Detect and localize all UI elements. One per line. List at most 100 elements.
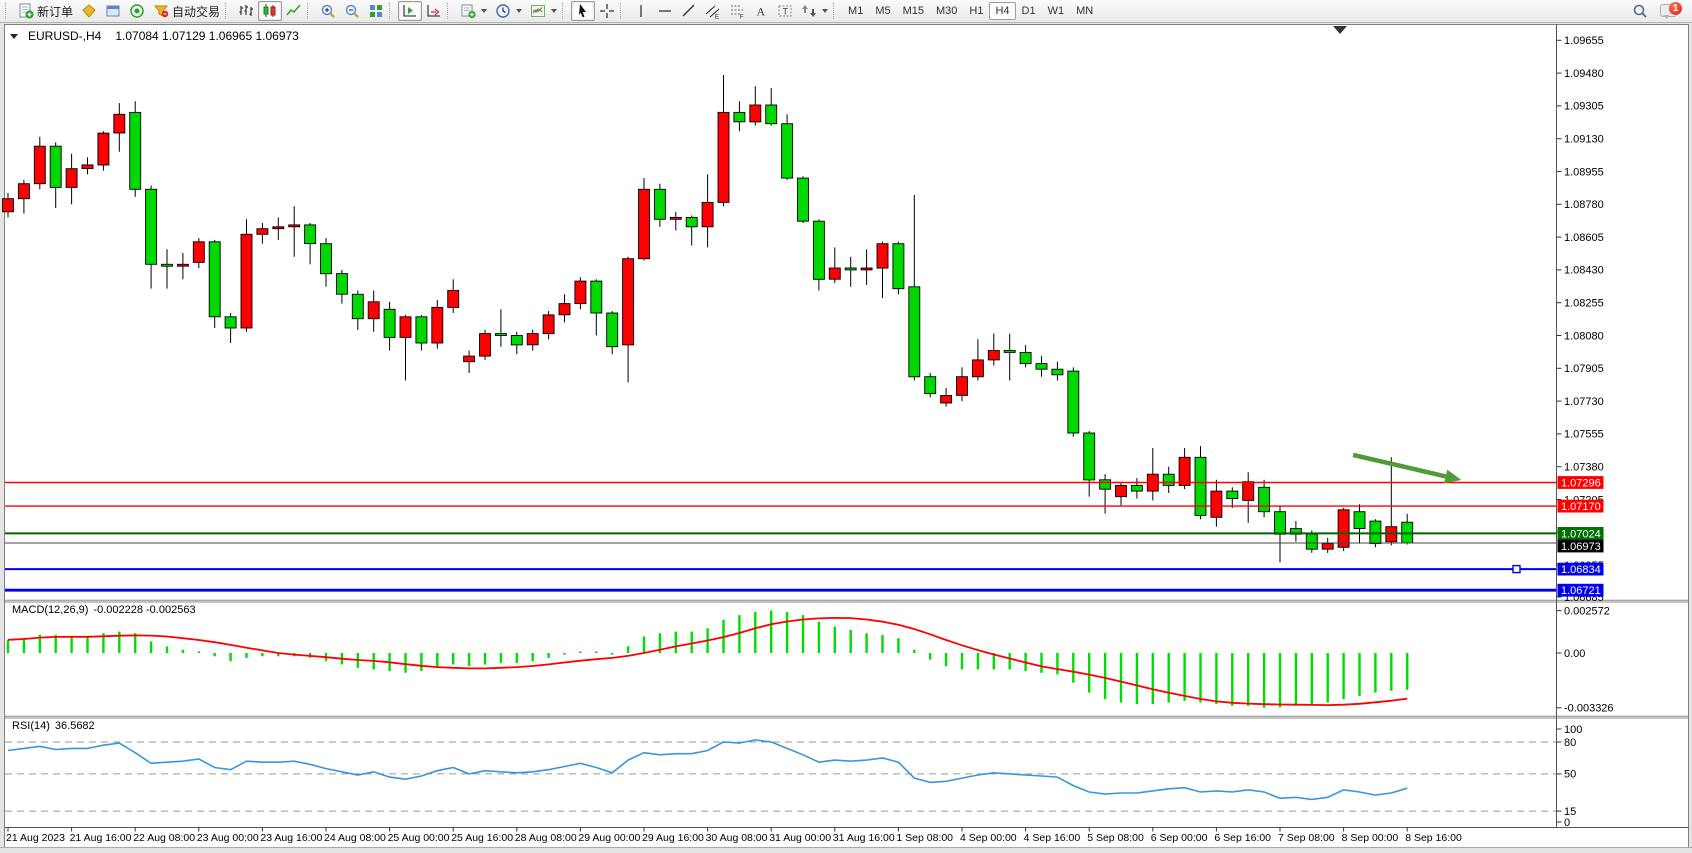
dropdown-caret-icon[interactable] — [822, 9, 828, 13]
toolbar-grip — [447, 3, 453, 19]
svg-text:80: 80 — [1564, 737, 1576, 749]
svg-text:22 Aug 08:00: 22 Aug 08:00 — [133, 832, 195, 844]
svg-text:50: 50 — [1564, 769, 1576, 781]
period-icon — [495, 3, 511, 19]
toolbar-text-button[interactable]: A — [749, 1, 773, 21]
svg-text:1.08080: 1.08080 — [1564, 330, 1604, 342]
toolbar-horizontal-line-button[interactable] — [653, 1, 677, 21]
svg-text:0.002572: 0.002572 — [1564, 605, 1610, 617]
search-button[interactable] — [1628, 1, 1652, 21]
svg-text:1.09305: 1.09305 — [1564, 101, 1604, 113]
svg-text:6 Sep 16:00: 6 Sep 16:00 — [1214, 832, 1271, 844]
toolbar-navigator-button[interactable] — [125, 1, 149, 21]
toolbar-grip — [620, 3, 626, 19]
notifications-button[interactable]: 1 — [1660, 2, 1682, 20]
line-chart-icon — [286, 3, 302, 19]
search-icon — [1632, 3, 1648, 19]
toolbar-indicators-window-button[interactable] — [398, 1, 422, 21]
timeframe-m5-button[interactable]: M5 — [869, 2, 896, 20]
timeframe-m1-button[interactable]: M1 — [842, 2, 869, 20]
timeframe-m15-button[interactable]: M15 — [897, 2, 930, 20]
toolbar-cursor-button[interactable] — [571, 1, 595, 21]
dropdown-caret-icon[interactable] — [481, 9, 487, 13]
svg-text:1.08780: 1.08780 — [1564, 199, 1604, 211]
svg-text:-0.003326: -0.003326 — [1564, 703, 1614, 715]
main-chart-pane[interactable] — [5, 25, 1556, 600]
cursor-icon — [575, 3, 591, 19]
toolbar-zoom-out-button[interactable] — [340, 1, 364, 21]
toolbar-tile-windows-button[interactable] — [364, 1, 388, 21]
toolbar-vertical-line-button[interactable] — [629, 1, 653, 21]
svg-text:F: F — [740, 15, 744, 20]
svg-text:1.09130: 1.09130 — [1564, 134, 1604, 146]
timeframe-h1-button[interactable]: H1 — [963, 2, 989, 20]
svg-text:29 Aug 00:00: 29 Aug 00:00 — [578, 832, 640, 844]
data-window-icon — [105, 3, 121, 19]
svg-text:25 Aug 16:00: 25 Aug 16:00 — [451, 832, 513, 844]
svg-text:1.08605: 1.08605 — [1564, 232, 1604, 244]
svg-text:8 Sep 00:00: 8 Sep 00:00 — [1342, 832, 1399, 844]
toolbar-equidistant-channel-button[interactable]: E — [701, 1, 725, 21]
toolbar-grip — [225, 3, 231, 19]
dropdown-caret-icon[interactable] — [516, 9, 522, 13]
svg-text:23 Aug 16:00: 23 Aug 16:00 — [260, 832, 322, 844]
chart-menu-toggle-icon[interactable] — [10, 34, 18, 39]
toolbar-new-order-button[interactable]: 新订单 — [14, 1, 77, 21]
timeframe-w1-button[interactable]: W1 — [1042, 2, 1071, 20]
toolbar-arrows-button[interactable] — [797, 1, 832, 21]
rsi-indicator-label: RSI(14)36.5682 — [12, 720, 95, 732]
svg-text:1.07380: 1.07380 — [1564, 462, 1604, 474]
fibonacci-icon: F — [729, 3, 745, 19]
notification-badge: 1 — [1669, 2, 1682, 15]
level-line-handle[interactable] — [1513, 566, 1520, 573]
toolbar-trend-line-button[interactable] — [677, 1, 701, 21]
macd-name: MACD(12,26,9) — [12, 604, 88, 616]
toolbar-candle-chart-button[interactable] — [258, 1, 282, 21]
dropdown-caret-icon[interactable] — [551, 9, 557, 13]
toolbar-objects-window-button[interactable] — [422, 1, 446, 21]
toolbar-chart-properties-button[interactable] — [526, 1, 561, 21]
timeframe-h4-button[interactable]: H4 — [989, 2, 1015, 20]
timeframe-mn-button[interactable]: MN — [1070, 2, 1099, 20]
toolbar-bar-chart-button[interactable] — [234, 1, 258, 21]
svg-text:31 Aug 00:00: 31 Aug 00:00 — [769, 832, 831, 844]
toolbar-text-label-button[interactable]: T — [773, 1, 797, 21]
svg-text:24 Aug 08:00: 24 Aug 08:00 — [324, 832, 386, 844]
svg-text:A: A — [757, 5, 766, 19]
svg-text:0: 0 — [1564, 817, 1570, 829]
svg-text:7 Sep 08:00: 7 Sep 08:00 — [1278, 832, 1335, 844]
symbol-period-label: EURUSD-,H4 — [28, 29, 101, 43]
trend-line-icon — [681, 3, 697, 19]
svg-text:1.07905: 1.07905 — [1564, 363, 1604, 375]
svg-text:6 Sep 00:00: 6 Sep 00:00 — [1151, 832, 1208, 844]
svg-text:E: E — [715, 15, 719, 20]
toolbar-market-watch-button[interactable] — [77, 1, 101, 21]
toolbar-fibonacci-button[interactable]: F — [725, 1, 749, 21]
svg-text:4 Sep 16:00: 4 Sep 16:00 — [1024, 832, 1081, 844]
macd-pane[interactable] — [5, 602, 1556, 716]
toolbar-period-button[interactable] — [491, 1, 526, 21]
toolbar-data-window-button[interactable] — [101, 1, 125, 21]
toolbar-crosshair-button[interactable] — [595, 1, 619, 21]
toolbar-new-order-label: 新订单 — [37, 3, 73, 20]
svg-text:1.07024: 1.07024 — [1561, 528, 1601, 540]
toolbar-templates-button[interactable] — [456, 1, 491, 21]
toolbar-grip — [307, 3, 313, 19]
zoom-out-icon — [344, 3, 360, 19]
crosshair-icon — [599, 3, 615, 19]
svg-text:28 Aug 08:00: 28 Aug 08:00 — [515, 832, 577, 844]
toolbar-autotrade-label: 自动交易 — [172, 3, 220, 20]
svg-text:21 Aug 16:00: 21 Aug 16:00 — [70, 832, 132, 844]
svg-text:1.07555: 1.07555 — [1564, 429, 1604, 441]
navigator-icon — [129, 3, 145, 19]
chart-canvas[interactable]: 1.096551.094801.093051.091301.089551.087… — [0, 0, 1692, 853]
toolbar-zoom-in-button[interactable] — [316, 1, 340, 21]
svg-text:21 Aug 2023: 21 Aug 2023 — [6, 832, 65, 844]
toolbar-autotrade-button[interactable]: 自动交易 — [149, 1, 224, 21]
svg-text:25 Aug 00:00: 25 Aug 00:00 — [388, 832, 450, 844]
toolbar-line-chart-button[interactable] — [282, 1, 306, 21]
svg-text:23 Aug 00:00: 23 Aug 00:00 — [197, 832, 259, 844]
text-icon: A — [753, 3, 769, 19]
timeframe-d1-button[interactable]: D1 — [1016, 2, 1042, 20]
timeframe-m30-button[interactable]: M30 — [930, 2, 963, 20]
